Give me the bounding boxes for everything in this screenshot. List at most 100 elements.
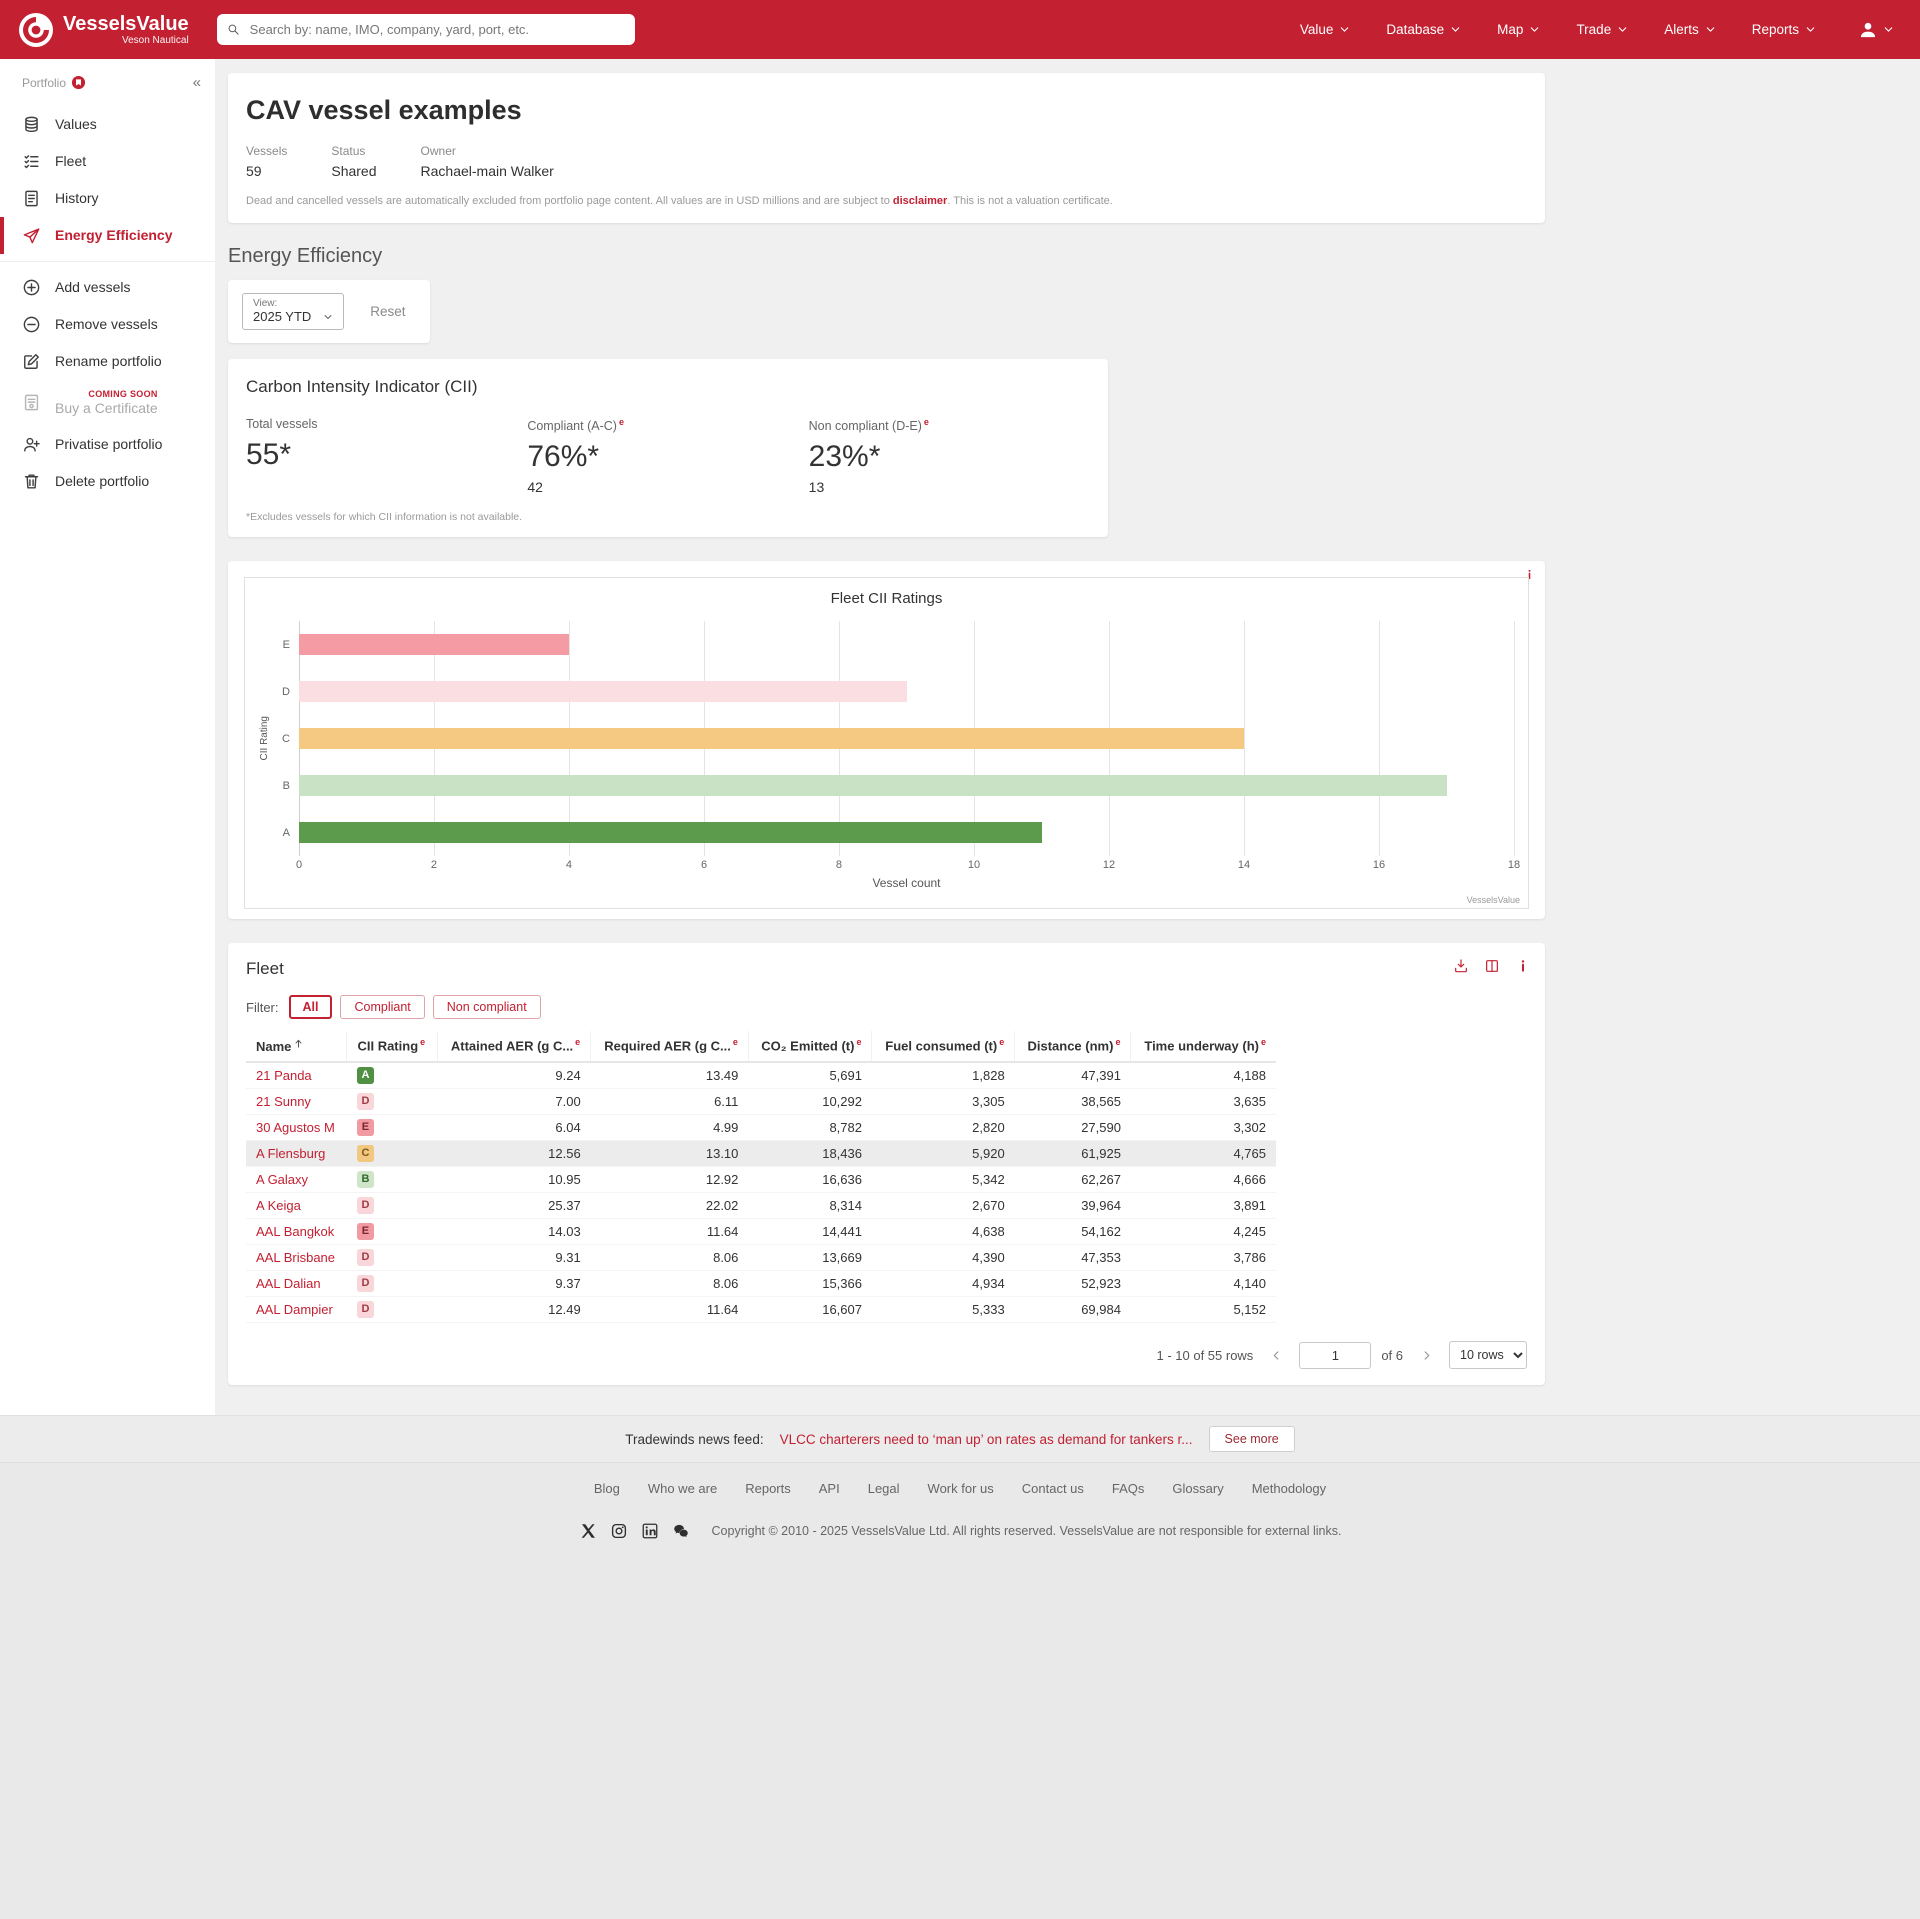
main-content: CAV vessel examples Vessels59StatusShare… (215, 59, 1920, 1415)
bar-rating-a[interactable] (299, 822, 1042, 843)
nav-item-label: Trade (1576, 22, 1611, 37)
vessel-name-link[interactable]: AAL Dalian (246, 1271, 347, 1297)
attained-aer-cell: 9.31 (437, 1245, 590, 1271)
sidebar-item-privatise-portfolio[interactable]: Privatise portfolio (0, 426, 215, 463)
table-row[interactable]: AAL BangkokE14.0311.6414,4414,63854,1624… (246, 1219, 1276, 1245)
cii-rating-badge: D (357, 1249, 374, 1266)
vessel-name-link[interactable]: AAL Dampier (246, 1297, 347, 1323)
vessel-name-link[interactable]: A Galaxy (246, 1167, 347, 1193)
rows-per-page-select[interactable]: 10 rows (1449, 1341, 1527, 1369)
footer-link-reports[interactable]: Reports (745, 1481, 791, 1496)
fuel-consumed-cell: 1,828 (872, 1062, 1015, 1089)
page-footer: Blog Who we are Reports API Legal Work for us… (0, 1462, 1920, 1919)
vesselsvalue-logo[interactable]: VesselsValue Veson Nautical (18, 12, 189, 48)
co2-emitted-cell: 16,636 (748, 1167, 872, 1193)
x-tick-label: 12 (1103, 859, 1115, 871)
sidebar-item-add-vessels[interactable]: Add vessels (0, 269, 215, 306)
table-row[interactable]: 30 Agustos ME6.044.998,7822,82027,5903,3… (246, 1115, 1276, 1141)
sidebar-item-energy-efficiency[interactable]: Energy Efficiency (0, 217, 215, 254)
co2-emitted-cell: 13,669 (748, 1245, 872, 1271)
footer-link-methodology[interactable]: Methodology (1252, 1481, 1326, 1496)
sidebar-item-history[interactable]: History (0, 180, 215, 217)
user-menu[interactable] (1858, 20, 1894, 40)
nav-item-map[interactable]: Map (1497, 22, 1540, 37)
rename-portfolio-icon (22, 352, 41, 371)
vessel-name-link[interactable]: 30 Agustos M (246, 1115, 347, 1141)
table-row[interactable]: A GalaxyB10.9512.9216,6365,34262,2674,66… (246, 1167, 1276, 1193)
see-more-button[interactable]: See more (1209, 1426, 1295, 1452)
previous-page-button[interactable] (1263, 1342, 1289, 1368)
wechat-icon[interactable] (672, 1522, 690, 1540)
bar-rating-e[interactable] (299, 634, 569, 655)
vessel-name-link[interactable]: AAL Brisbane (246, 1245, 347, 1271)
info-icon[interactable] (1515, 958, 1531, 974)
vessel-name-link[interactable]: AAL Bangkok (246, 1219, 347, 1245)
nav-item-value[interactable]: Value (1300, 22, 1351, 37)
footer-link-api[interactable]: API (819, 1481, 840, 1496)
required-aer-cell: 4.99 (591, 1115, 749, 1141)
linkedin-icon[interactable] (641, 1522, 659, 1540)
sidebar-item-fleet[interactable]: Fleet (0, 143, 215, 180)
footer-link-faqs[interactable]: FAQs (1112, 1481, 1145, 1496)
column-header-time-underway-h[interactable]: Time underway (h)e (1131, 1031, 1276, 1062)
page-number-input[interactable] (1299, 1342, 1371, 1369)
search-input[interactable] (248, 21, 625, 38)
nav-item-alerts[interactable]: Alerts (1664, 22, 1716, 37)
news-feed-link[interactable]: VLCC charterers need to ‘man up’ on rate… (780, 1432, 1193, 1447)
bar-rating-b[interactable] (299, 775, 1447, 796)
footer-link-contact-us[interactable]: Contact us (1022, 1481, 1084, 1496)
column-header-distance-nm[interactable]: Distance (nm)e (1015, 1031, 1131, 1062)
x-icon[interactable] (579, 1522, 597, 1540)
vessel-name-link[interactable]: A Flensburg (246, 1141, 347, 1167)
table-row[interactable]: A KeigaD25.3722.028,3142,67039,9643,891 (246, 1193, 1276, 1219)
sidebar-item-remove-vessels[interactable]: Remove vessels (0, 306, 215, 343)
collapse-sidebar-icon[interactable]: « (193, 75, 201, 90)
footer-link-legal[interactable]: Legal (868, 1481, 900, 1496)
column-header-name[interactable]: Name (246, 1031, 347, 1062)
nav-item-trade[interactable]: Trade (1576, 22, 1628, 37)
table-row[interactable]: 21 PandaA9.2413.495,6911,82847,3914,188 (246, 1062, 1276, 1089)
table-row[interactable]: 21 SunnyD7.006.1110,2923,30538,5653,635 (246, 1089, 1276, 1115)
view-select[interactable]: View: 2025 YTD (242, 293, 344, 330)
disclaimer-link[interactable]: disclaimer (893, 195, 947, 207)
vessel-name-link[interactable]: A Keiga (246, 1193, 347, 1219)
sidebar-header: Portfolio « (0, 71, 215, 106)
sidebar-item-rename-portfolio[interactable]: Rename portfolio (0, 343, 215, 380)
reset-button[interactable]: Reset (364, 303, 411, 320)
column-header-attained-aer-g-c[interactable]: Attained AER (g C...e (437, 1031, 590, 1062)
table-row[interactable]: AAL DalianD9.378.0615,3664,93452,9234,14… (246, 1271, 1276, 1297)
next-page-button[interactable] (1413, 1342, 1439, 1368)
cii-stat-non-compliant-d-e: Non compliant (D-E)e23%*13 (809, 417, 1090, 495)
sidebar-item-values[interactable]: Values (0, 106, 215, 143)
bar-rating-c[interactable] (299, 728, 1244, 749)
co2-emitted-cell: 8,782 (748, 1115, 872, 1141)
sidebar-item-delete-portfolio[interactable]: Delete portfolio (0, 463, 215, 500)
column-header-fuel-consumed-t[interactable]: Fuel consumed (t)e (872, 1031, 1015, 1062)
filter-compliant[interactable]: Compliant (340, 995, 424, 1019)
sidebar-item-label: Energy Efficiency (55, 227, 173, 244)
column-header-required-aer-g-c[interactable]: Required AER (g C...e (591, 1031, 749, 1062)
sidebar-item-label: COMING SOONBuy a Certificate (55, 389, 158, 417)
chevron-down-icon (1529, 24, 1540, 35)
instagram-icon[interactable] (610, 1522, 628, 1540)
export-icon[interactable] (1453, 958, 1469, 974)
footer-link-blog[interactable]: Blog (594, 1481, 620, 1496)
table-row[interactable]: AAL BrisbaneD9.318.0613,6694,39047,3533,… (246, 1245, 1276, 1271)
column-header-co-emitted-t[interactable]: CO₂ Emitted (t)e (748, 1031, 872, 1062)
bar-rating-d[interactable] (299, 681, 907, 702)
vessel-name-link[interactable]: 21 Sunny (246, 1089, 347, 1115)
table-row[interactable]: A FlensburgC12.5613.1018,4365,92061,9254… (246, 1141, 1276, 1167)
cii-rating-cell: A (347, 1062, 437, 1089)
filter-all[interactable]: All (289, 995, 333, 1019)
columns-icon[interactable] (1484, 958, 1500, 974)
nav-item-database[interactable]: Database (1386, 22, 1461, 37)
table-row[interactable]: AAL DampierD12.4911.6416,6075,33369,9845… (246, 1297, 1276, 1323)
vessel-name-link[interactable]: 21 Panda (246, 1062, 347, 1089)
nav-item-reports[interactable]: Reports (1752, 22, 1816, 37)
footer-link-work-for-us[interactable]: Work for us (928, 1481, 994, 1496)
footer-link-glossary[interactable]: Glossary (1172, 1481, 1223, 1496)
filter-non-compliant[interactable]: Non compliant (433, 995, 541, 1019)
column-header-cii-rating[interactable]: CII Ratinge (347, 1031, 437, 1062)
x-tick-label: 10 (968, 859, 980, 871)
footer-link-who-we-are[interactable]: Who we are (648, 1481, 717, 1496)
